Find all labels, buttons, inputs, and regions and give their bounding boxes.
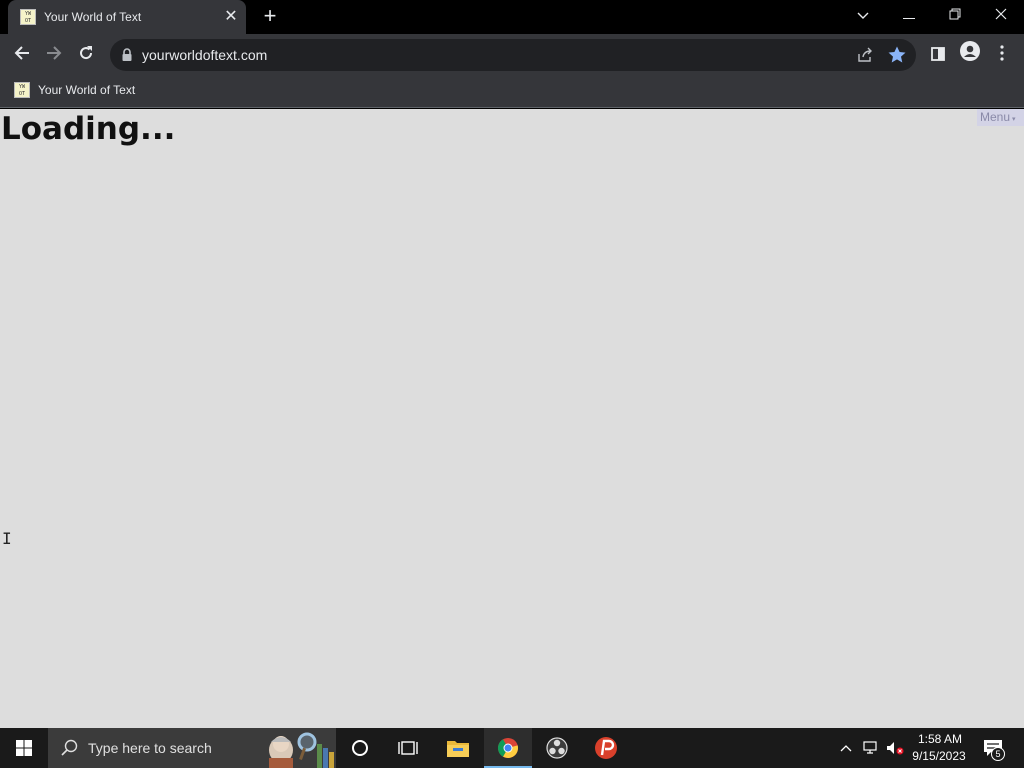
clock-time[interactable]: 1:58 AM (912, 732, 968, 746)
menu-label: Menu (980, 110, 1011, 124)
restore-icon (949, 8, 961, 20)
chevron-up-icon (840, 745, 852, 752)
notification-center-button[interactable]: 5 (976, 728, 1010, 768)
network-button[interactable] (860, 728, 882, 768)
browser-toolbar: yourworldoftext.com (0, 34, 1024, 76)
more-menu-button[interactable] (988, 41, 1016, 69)
star-icon[interactable] (887, 45, 907, 65)
obs-logo-icon (546, 737, 568, 759)
search-icon (61, 739, 78, 756)
text-cursor-icon: I (2, 529, 12, 548)
address-bar[interactable]: yourworldoftext.com (110, 39, 916, 71)
share-icon[interactable] (856, 46, 874, 64)
tab-title: Your World of Text (44, 10, 142, 24)
task-view-icon (398, 741, 418, 755)
arrow-right-icon (47, 46, 62, 60)
browser-tab[interactable]: YW OT Your World of Text ✕ (8, 0, 246, 34)
profile-button[interactable] (956, 41, 984, 69)
reload-icon (80, 46, 93, 60)
caret-down-icon: ▾ (1010, 116, 1016, 123)
restore-button[interactable] (932, 0, 978, 30)
close-icon (995, 8, 1007, 20)
psiphon-logo-icon (595, 737, 617, 759)
clock-date[interactable]: 9/15/2023 (908, 749, 970, 763)
kebab-menu-icon (1000, 45, 1004, 61)
obs-taskbar-button[interactable] (533, 728, 581, 768)
file-explorer-button[interactable] (434, 728, 482, 768)
tab-strip: YW OT Your World of Text ✕ + (0, 0, 1024, 34)
folder-icon (447, 741, 469, 757)
chevron-down-icon (857, 12, 869, 19)
close-window-button[interactable] (978, 0, 1024, 30)
cortana-circle-icon (352, 740, 368, 756)
taskbar-search[interactable]: Type here to search (48, 728, 336, 768)
profile-icon (960, 41, 980, 61)
search-highlight-illustration-icon (269, 732, 334, 768)
bookmark-favicon-icon[interactable]: YW OT (14, 82, 30, 98)
tab-favicon-icon: YW OT (20, 9, 36, 25)
psiphon-taskbar-button[interactable] (582, 728, 630, 768)
task-view-button[interactable] (384, 728, 432, 768)
minimize-button[interactable] (886, 0, 932, 30)
close-icon[interactable]: ✕ (222, 8, 240, 26)
menu-button[interactable]: Menu ▾ (977, 109, 1024, 126)
side-panel-icon (931, 47, 945, 61)
tab-search-button[interactable] (840, 0, 886, 30)
back-button[interactable] (8, 41, 36, 69)
volume-button[interactable] (884, 728, 906, 768)
network-icon (863, 741, 877, 754)
minimize-icon (903, 18, 915, 19)
chrome-taskbar-button[interactable] (484, 728, 532, 768)
volume-muted-icon (887, 742, 904, 755)
reload-button[interactable] (72, 41, 100, 69)
bookmarks-bar: YW OT Your World of Text (0, 76, 1024, 108)
windows-taskbar: Type here to search 1:58 AM 9/15/2023 5 (0, 728, 1024, 768)
windows-logo-icon (16, 740, 32, 756)
start-button[interactable] (0, 728, 48, 768)
url-text[interactable]: yourworldoftext.com (142, 47, 267, 63)
chrome-logo-icon (497, 738, 519, 759)
notification-count-badge: 5 (991, 747, 1005, 761)
side-panel-button[interactable] (924, 41, 952, 69)
arrow-left-icon (14, 46, 29, 60)
bookmark-item[interactable]: Your World of Text (38, 83, 135, 97)
lock-icon[interactable] (122, 48, 132, 62)
search-placeholder: Type here to search (88, 740, 212, 756)
loading-text: Loading... (1, 111, 176, 147)
forward-button[interactable] (40, 41, 68, 69)
cortana-button[interactable] (336, 728, 384, 768)
page-content[interactable]: Loading... Menu ▾ I (0, 109, 1024, 728)
new-tab-button[interactable]: + (258, 5, 282, 29)
show-hidden-icons-button[interactable] (836, 728, 856, 768)
